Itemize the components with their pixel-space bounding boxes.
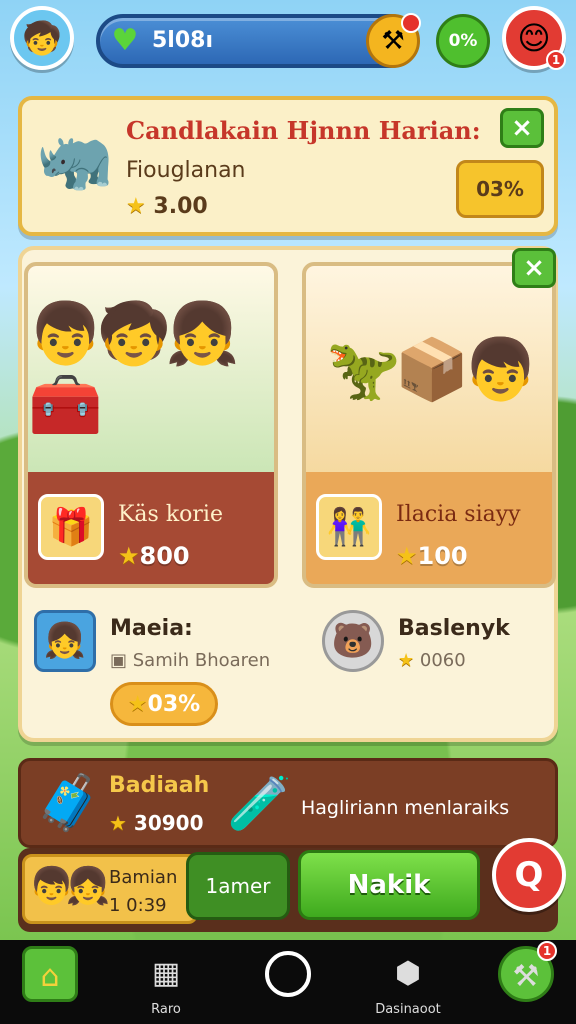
nav-label: Dasinaoot	[375, 1002, 441, 1017]
nav-dasinaoot[interactable]: ⬢ Dasinaoot	[360, 946, 456, 1022]
currency-value: 5l08ı	[152, 28, 214, 53]
panel-close-button[interactable]: ×	[512, 248, 556, 288]
action-row: 👦👧 Bamian 1 0:39 1amer Nakik Q	[18, 838, 566, 932]
tool-notification-dot	[401, 13, 421, 33]
card-price: ★100	[396, 542, 468, 570]
box-icon: ▦	[151, 956, 181, 991]
friend-avatar: 🐻	[322, 610, 384, 672]
heart-gem-icon: ♥	[111, 23, 139, 58]
offer-card[interactable]: 🦖📦👦 👫 Ilacia siayy ★100	[302, 262, 556, 588]
ring-icon	[265, 951, 311, 997]
creature-icon: 🦏	[36, 122, 114, 195]
team-card[interactable]: 👦👧 Bamian 1 0:39	[22, 854, 198, 924]
search-button[interactable]: Q	[492, 838, 566, 912]
star-icon: ★	[109, 811, 127, 835]
friend-subtitle: ▣ Samih Bhoaren	[110, 650, 271, 671]
offer-card[interactable]: 👦🧒👧🧰 🎁 Käs korie ★800	[24, 262, 278, 588]
bottom-nav: ⌂ ▦ Raro ⬢ Dasinaoot ⚒ 1	[0, 940, 576, 1024]
team-name: Bamian	[109, 867, 178, 888]
friend-avatar: 👧	[34, 610, 96, 672]
dino-treasure-illustration: 🦖📦👦	[306, 266, 552, 472]
reward-description: Hagliriann menlaraiks	[301, 797, 510, 819]
kids-icon: 👫	[316, 494, 382, 560]
offers-panel: 👦🧒👧🧰 🎁 Käs korie ★800 🦖📦👦 👫 Ilacia siayy…	[18, 246, 558, 742]
profile-avatar-icon[interactable]: 😊 1	[502, 6, 566, 70]
star-icon: ★	[398, 650, 415, 671]
friend-name: Maeia:	[110, 616, 193, 641]
daily-quest-banner: 🦏 Candlakain Hjnnn Harian: Fiouglanan ★ …	[18, 96, 558, 236]
chest-icon: 🧳	[35, 771, 103, 834]
nav-tools[interactable]: ⚒ 1	[478, 941, 574, 1022]
home-icon: ⌂	[22, 946, 78, 1002]
nav-home[interactable]: ⌂	[2, 946, 98, 1022]
hammer-wrench-icon[interactable]: ⚒	[366, 13, 421, 68]
secondary-button[interactable]: 1amer	[186, 852, 290, 920]
friend-bonus-pill[interactable]: ★ 03%	[110, 682, 218, 726]
kids-treasure-illustration: 👦🧒👧🧰	[28, 266, 274, 472]
nav-raro[interactable]: ▦ Raro	[118, 946, 214, 1022]
quest-subtitle: Fiouglanan	[126, 158, 246, 183]
quest-close-button[interactable]: ×	[500, 108, 544, 148]
primary-button[interactable]: Nakik	[298, 850, 480, 920]
card-title: Käs korie	[118, 502, 223, 527]
gift-box-icon: 🎁	[38, 494, 104, 560]
team-avatars: 👦👧	[29, 866, 111, 907]
currency-bar[interactable]: ♥ 5l08ı ⚒	[96, 13, 421, 68]
crate-icon: ⬢	[394, 956, 422, 991]
team-time: 1 0:39	[109, 895, 167, 916]
star-icon: ★	[127, 691, 148, 717]
top-bar: 🧒 ♥ 5l08ı ⚒ 0% 😊 1	[0, 0, 576, 88]
reward-bar: 🧳 Badiaah ★ 30900 🧪 Hagliriann menlaraik…	[18, 758, 558, 848]
quest-reward-value: 3.00	[153, 194, 208, 219]
percent-button[interactable]: 0%	[436, 14, 490, 68]
nav-badge: 1	[537, 941, 557, 961]
tools-icon: ⚒ 1	[498, 941, 557, 1002]
player-avatar-icon[interactable]: 🧒	[10, 6, 74, 70]
quest-reward: ★ 3.00	[126, 194, 208, 219]
profile-badge: 1	[546, 50, 566, 70]
bottle-icon: 🧪	[227, 774, 292, 834]
friend-name: Baslenyk	[398, 616, 510, 641]
quest-claim-button[interactable]: 03%	[456, 160, 544, 218]
reward-title: Badiaah	[109, 773, 210, 798]
star-icon: ★	[118, 542, 140, 570]
reward-value: ★ 30900	[109, 811, 204, 835]
nav-center[interactable]	[240, 946, 336, 1022]
star-icon: ★	[126, 194, 146, 219]
star-icon: ★	[396, 542, 418, 570]
card-price: ★800	[118, 542, 190, 570]
friend-subtitle: ★ 0060	[398, 650, 466, 671]
nav-label: Raro	[151, 1002, 181, 1017]
card-title: Ilacia siayy	[396, 502, 521, 527]
quest-title: Candlakain Hjnnn Harian:	[126, 116, 481, 145]
